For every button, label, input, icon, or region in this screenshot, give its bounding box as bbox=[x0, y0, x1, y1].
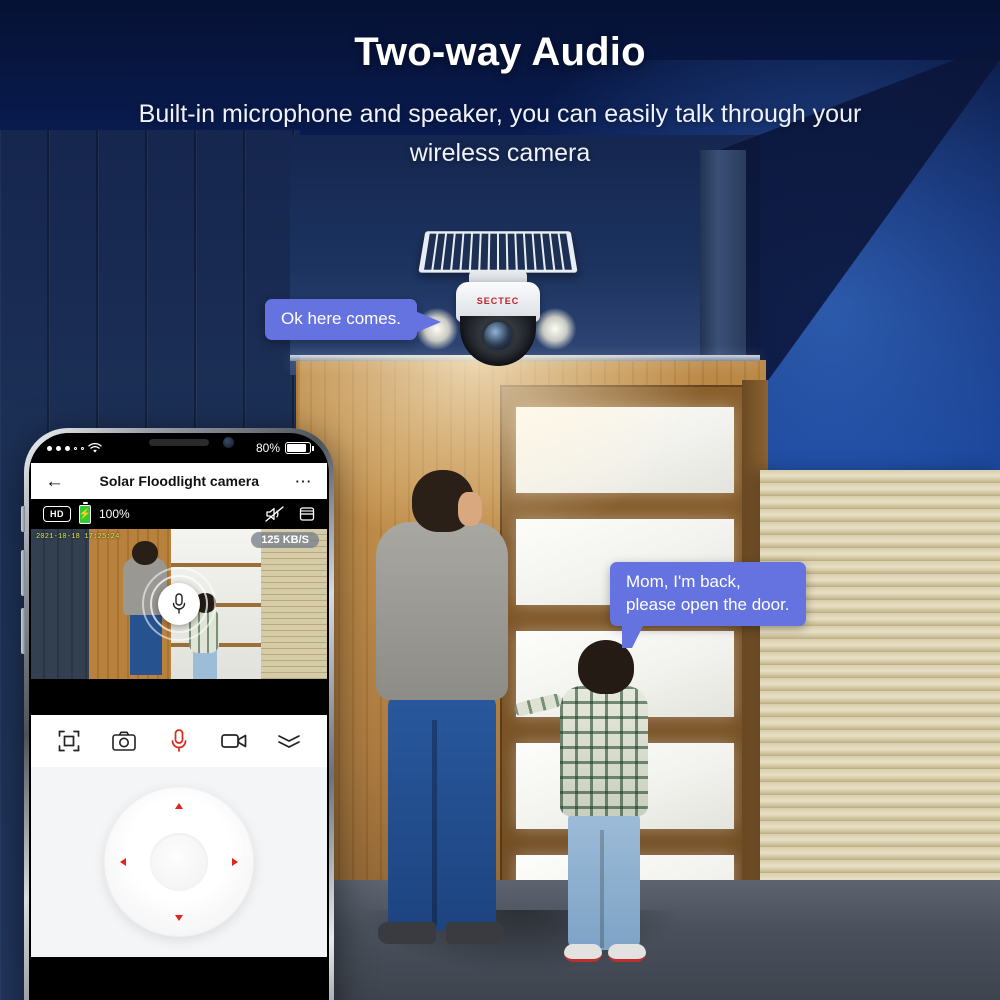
ptz-down-arrow-icon[interactable] bbox=[175, 915, 183, 921]
bubble-tail bbox=[415, 311, 441, 333]
battery-icon bbox=[285, 442, 314, 454]
playback-toolbar bbox=[31, 715, 327, 767]
signal-strength-indicator bbox=[47, 442, 102, 454]
fullscreen-icon[interactable] bbox=[52, 724, 86, 758]
more-options-icon[interactable]: ⋯ bbox=[295, 473, 314, 490]
split-view-icon[interactable] bbox=[299, 506, 315, 522]
bubble-boy-line1: Mom, I'm back, bbox=[626, 572, 741, 591]
microphone-icon bbox=[172, 593, 186, 614]
phone-screen: 80% ← Solar Floodlight camera ⋯ HD ⚡ 100… bbox=[29, 433, 329, 1000]
bubble-tail bbox=[622, 623, 644, 648]
speech-bubble-camera: Ok here comes. bbox=[265, 299, 441, 340]
smartphone-mockup: 80% ← Solar Floodlight camera ⋯ HD ⚡ 100… bbox=[21, 428, 334, 1000]
solar-floodlight-camera-device: SECTEC bbox=[412, 228, 584, 366]
adult-man-figure bbox=[370, 470, 510, 970]
chevron-double-down-icon[interactable] bbox=[272, 724, 306, 758]
headings-block: Two-way Audio Built-in microphone and sp… bbox=[0, 0, 1000, 173]
video-letterbox-gap bbox=[31, 679, 327, 715]
live-video-feed[interactable]: 2021-10-18 17:25:24 125 KB/S bbox=[31, 529, 327, 679]
microphone-icon[interactable] bbox=[162, 724, 196, 758]
push-to-talk-button[interactable] bbox=[158, 583, 200, 625]
ptz-left-arrow-icon[interactable] bbox=[120, 858, 126, 866]
video-timestamp: 2021-10-18 17:25:24 bbox=[36, 533, 120, 541]
child-boy-figure bbox=[513, 640, 652, 970]
camera-lens bbox=[484, 322, 512, 350]
page-title-label: Solar Floodlight camera bbox=[99, 473, 259, 489]
device-battery-label: 100% bbox=[99, 507, 130, 521]
battery-charging-icon: ⚡ bbox=[79, 501, 91, 524]
app-title-bar: ← Solar Floodlight camera ⋯ bbox=[31, 463, 327, 499]
snapshot-camera-icon[interactable] bbox=[107, 724, 141, 758]
speech-bubble-boy: Mom, I'm back, please open the door. bbox=[610, 562, 806, 648]
camera-dome bbox=[460, 316, 536, 366]
bubble-camera-text: Ok here comes. bbox=[281, 309, 401, 328]
ptz-up-arrow-icon[interactable] bbox=[175, 803, 183, 809]
phone-speaker-notch bbox=[149, 439, 209, 446]
bubble-boy-line2: please open the door. bbox=[626, 594, 790, 614]
silent-switch-button[interactable] bbox=[21, 506, 25, 532]
ptz-control-area bbox=[31, 767, 327, 957]
floodlight-lamp bbox=[534, 308, 576, 350]
ptz-center-hub[interactable] bbox=[150, 833, 208, 891]
battery-status: 80% bbox=[255, 441, 314, 455]
volume-up-button[interactable] bbox=[21, 550, 25, 596]
ptz-right-arrow-icon[interactable] bbox=[232, 858, 238, 866]
wifi-icon bbox=[88, 442, 102, 453]
camera-brand-label: SECTEC bbox=[476, 296, 520, 306]
status-bar: 80% bbox=[29, 433, 329, 463]
page-title: Two-way Audio bbox=[354, 30, 646, 74]
quality-badge[interactable]: HD bbox=[43, 506, 71, 522]
bitrate-badge: 125 KB/S bbox=[251, 532, 319, 548]
speaker-muted-icon[interactable] bbox=[265, 506, 285, 522]
battery-percent-label: 80% bbox=[255, 441, 280, 455]
page-subtitle: Built-in microphone and speaker, you can… bbox=[138, 100, 862, 167]
stream-info-row: HD ⚡ 100% bbox=[29, 499, 329, 529]
pan-tilt-control[interactable] bbox=[104, 787, 254, 937]
volume-down-button[interactable] bbox=[21, 608, 25, 654]
back-arrow-icon[interactable]: ← bbox=[45, 472, 64, 491]
door-pane bbox=[516, 407, 734, 493]
video-record-icon[interactable] bbox=[217, 724, 251, 758]
solar-panel bbox=[418, 231, 578, 273]
front-camera-icon bbox=[223, 437, 234, 448]
